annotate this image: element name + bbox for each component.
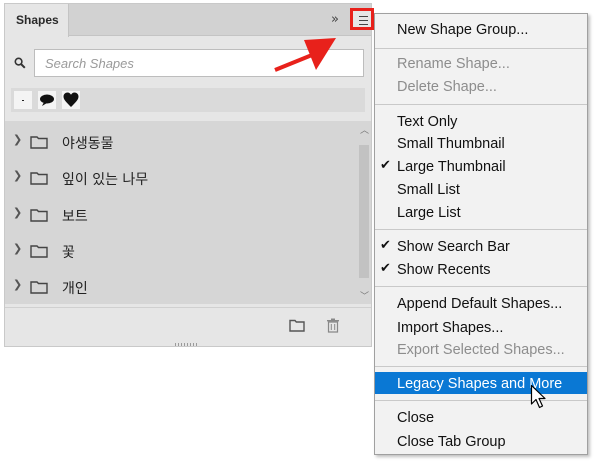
hamburger-menu-icon	[359, 16, 368, 25]
search-placeholder: Search Shapes	[45, 56, 134, 71]
folder-icon	[30, 281, 48, 294]
folder-icon	[30, 136, 48, 149]
scrollbar-thumb[interactable]	[359, 145, 369, 278]
menu-item-append-default-shapes[interactable]: Append Default Shapes...	[375, 292, 587, 314]
panel-tab-bar: Shapes »	[5, 4, 374, 37]
chevron-right-icon[interactable]: ❯	[13, 169, 22, 182]
menu-item-import-shapes[interactable]: Import Shapes...	[375, 316, 587, 338]
dot-icon	[22, 100, 24, 101]
red-arrow-annotation	[274, 38, 336, 72]
shape-group-row[interactable]: ❯ 잎이 있는 나무	[5, 159, 357, 195]
menu-item-close-tab-group[interactable]: Close Tab Group	[375, 430, 587, 452]
recent-shapes-bar	[11, 88, 365, 112]
panel-flyout-menu: New Shape Group... Rename Shape... Delet…	[374, 13, 588, 455]
shape-group-label: 잎이 있는 나무	[62, 172, 149, 188]
list-scrollbar[interactable]: ︿ ﹀	[357, 121, 371, 304]
recent-shape-dot[interactable]	[14, 91, 32, 109]
mouse-pointer-icon	[530, 384, 546, 409]
shape-group-row[interactable]: ❯ 꽃	[5, 232, 357, 268]
chevron-right-icon[interactable]: ❯	[13, 278, 22, 291]
menu-separator	[375, 286, 587, 287]
menu-item-show-recents[interactable]: ✔ Show Recents	[375, 258, 587, 280]
panel-resize-grip[interactable]	[175, 343, 199, 346]
menu-separator	[375, 104, 587, 105]
folder-icon	[30, 172, 48, 185]
menu-item-rename-shape: Rename Shape...	[397, 56, 510, 72]
menu-separator	[375, 229, 587, 230]
menu-separator	[375, 400, 587, 401]
menu-separator	[375, 48, 587, 49]
menu-item-legacy-shapes-and-more[interactable]: Legacy Shapes and More	[375, 372, 587, 394]
folder-icon	[30, 245, 48, 258]
checkmark-icon: ✔	[380, 238, 391, 253]
tab-shapes[interactable]: Shapes	[5, 4, 69, 37]
menu-item-new-shape-group[interactable]: New Shape Group...	[375, 18, 587, 40]
panel-footer	[5, 307, 371, 340]
shape-group-row[interactable]: ❯ 개인	[5, 268, 357, 304]
recent-shape-speech-bubble[interactable]	[38, 91, 56, 109]
chevron-right-icon[interactable]: ❯	[13, 206, 22, 219]
menu-item-large-list[interactable]: Large List	[375, 201, 587, 223]
folder-icon	[30, 209, 48, 222]
chevron-up-icon[interactable]: ︿	[360, 123, 369, 136]
shape-group-label: 개인	[62, 281, 88, 297]
menu-separator	[375, 366, 587, 367]
heart-icon	[63, 92, 79, 107]
menu-item-close[interactable]: Close	[375, 406, 587, 428]
shape-group-label: 보트	[62, 209, 88, 225]
recent-shape-heart[interactable]	[62, 91, 80, 109]
menu-item-large-thumbnail[interactable]: ✔ Large Thumbnail	[375, 155, 587, 177]
new-group-folder-icon[interactable]	[289, 319, 305, 332]
menu-item-text-only[interactable]: Text Only	[375, 110, 587, 132]
menu-item-delete-shape: Delete Shape...	[397, 79, 497, 95]
search-icon	[14, 57, 26, 69]
chevron-down-icon[interactable]: ﹀	[360, 289, 369, 302]
shape-group-label: 꽃	[62, 245, 75, 261]
menu-item-export-selected-shapes: Export Selected Shapes...	[397, 342, 565, 358]
chevron-right-icon[interactable]: ❯	[13, 242, 22, 255]
trash-icon[interactable]	[326, 318, 340, 333]
speech-bubble-icon	[40, 94, 54, 106]
checkmark-icon: ✔	[380, 158, 391, 173]
checkmark-icon: ✔	[380, 261, 391, 276]
collapse-panel-icon[interactable]: »	[331, 12, 339, 27]
chevron-right-icon[interactable]: ❯	[13, 133, 22, 146]
shape-group-label: 야생동물	[62, 136, 114, 152]
shape-groups-list: ❯ 야생동물 ❯ 잎이 있는 나무 ❯ 보트 ❯ 꽃 ❯ 개인	[5, 121, 357, 304]
menu-item-small-thumbnail[interactable]: Small Thumbnail	[375, 132, 587, 154]
menu-item-show-search-bar[interactable]: ✔ Show Search Bar	[375, 235, 587, 257]
menu-item-small-list[interactable]: Small List	[375, 178, 587, 200]
shape-group-row[interactable]: ❯ 보트	[5, 196, 357, 232]
panel-menu-button[interactable]	[350, 8, 374, 30]
shape-group-row[interactable]: ❯ 야생동물	[5, 123, 357, 159]
